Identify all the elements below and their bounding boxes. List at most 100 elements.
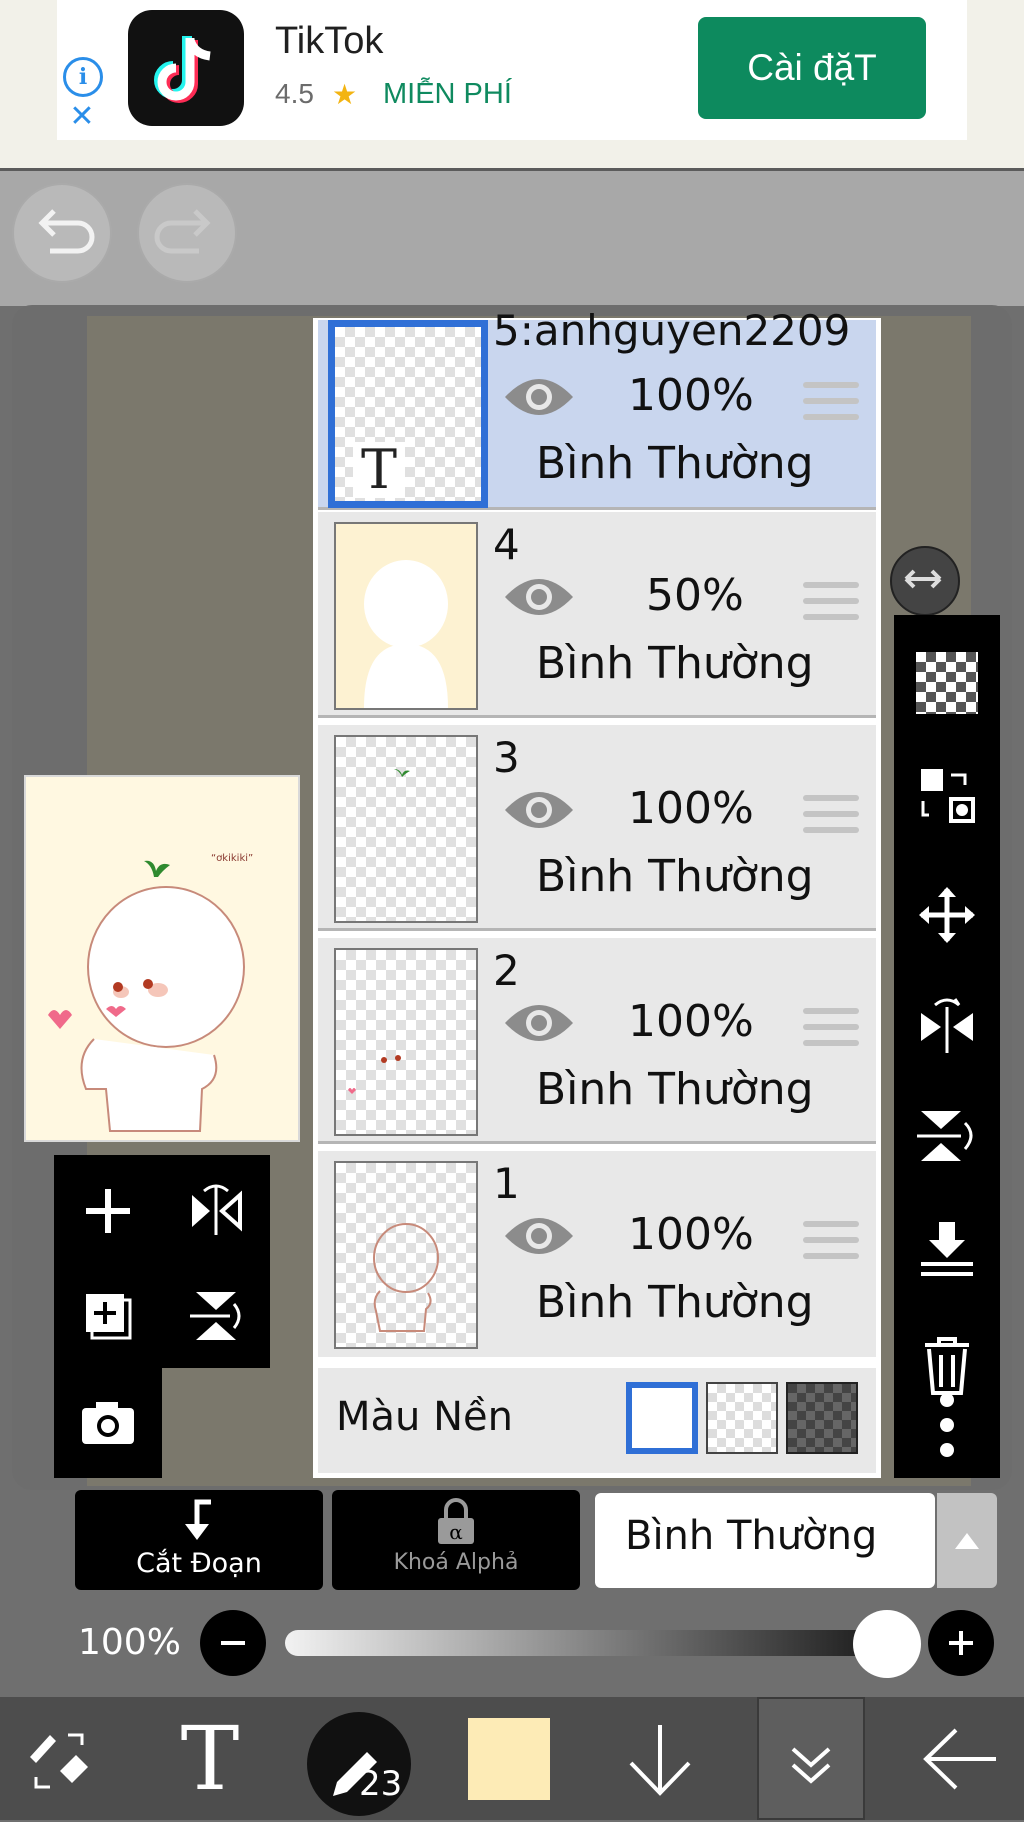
brush-size-button[interactable]: 23 xyxy=(307,1712,411,1816)
ad-price: MIỄN PHÍ xyxy=(383,78,512,110)
character-illustration: “ơkikiki” xyxy=(48,853,253,1132)
duplicate-layer-button[interactable] xyxy=(70,1278,146,1354)
layer-name: 5:anhguyen2209 xyxy=(493,306,851,355)
layer-row[interactable]: 2 100% Bình Thường xyxy=(318,938,876,1144)
collapse-panel-button[interactable] xyxy=(757,1697,865,1820)
text-tool-button[interactable]: T xyxy=(160,1697,260,1820)
flip-horizontal-button[interactable] xyxy=(894,975,1000,1075)
layer-opacity: 50% xyxy=(646,570,744,621)
blend-mode-dropdown-button[interactable] xyxy=(937,1493,997,1588)
layer-name: 3 xyxy=(493,733,520,782)
close-icon[interactable]: ✕ xyxy=(62,97,102,137)
opacity-slider-knob[interactable] xyxy=(853,1610,921,1678)
minus-icon xyxy=(221,1641,245,1645)
watermark-text: “ơkikiki” xyxy=(211,853,253,864)
flip-layer-vertical-button[interactable] xyxy=(178,1278,254,1354)
layer-blend-mode: Bình Thường xyxy=(536,1277,814,1328)
ad-rating: 4.5 xyxy=(275,78,314,109)
flip-horizontal-icon xyxy=(921,998,973,1053)
resize-handle-icon[interactable] xyxy=(890,546,960,616)
layer-blend-mode: Bình Thường xyxy=(536,1064,814,1115)
plus-icon xyxy=(949,1631,973,1655)
tiktok-logo-icon[interactable] xyxy=(128,10,244,126)
alpha-lock-button[interactable]: α Khoá Alphả xyxy=(332,1490,580,1590)
layer-name: 1 xyxy=(493,1159,520,1208)
redo-button[interactable] xyxy=(137,183,237,283)
drag-handle-icon[interactable] xyxy=(803,1008,859,1050)
star-icon: ★ xyxy=(332,78,358,111)
clipping-label: Cắt Đoạn xyxy=(136,1548,262,1579)
more-vertical-icon xyxy=(940,1393,954,1457)
arrow-down-icon xyxy=(629,1724,691,1796)
eye-icon[interactable] xyxy=(503,372,575,422)
flip-vertical-icon xyxy=(190,1292,241,1340)
background-white-swatch[interactable] xyxy=(626,1382,698,1454)
eye-icon[interactable] xyxy=(503,785,575,835)
flip-horizontal-icon xyxy=(192,1184,242,1235)
add-layer-button[interactable] xyxy=(70,1173,146,1249)
swap-icon xyxy=(921,769,975,823)
blend-mode-select[interactable]: Bình Thường xyxy=(595,1493,935,1588)
arrow-left-icon xyxy=(923,1728,996,1789)
layer-opacity: 100% xyxy=(628,1209,754,1260)
flip-vertical-icon xyxy=(917,1111,973,1161)
layer-row[interactable]: T 5:anhguyen2209 100% Bình Thường xyxy=(318,306,876,510)
opacity-label: 100% xyxy=(78,1622,181,1663)
layer-thumbnail xyxy=(334,1161,478,1349)
opacity-slider[interactable] xyxy=(285,1630,885,1656)
clip-arrow-icon xyxy=(185,1499,211,1540)
camera-icon xyxy=(82,1402,134,1444)
color-swatch-button[interactable] xyxy=(468,1718,550,1800)
opacity-increase-button[interactable] xyxy=(928,1610,994,1676)
layer-row[interactable]: 1 100% Bình Thường xyxy=(318,1151,876,1357)
ad-app-name: TikTok xyxy=(275,20,384,62)
drag-handle-icon[interactable] xyxy=(803,1221,859,1263)
blend-mode-value: Bình Thường xyxy=(625,1513,878,1559)
drag-handle-icon[interactable] xyxy=(803,795,859,837)
eye-icon[interactable] xyxy=(503,572,575,622)
transparency-button[interactable] xyxy=(894,633,1000,733)
canvas-preview[interactable]: “ơkikiki” xyxy=(24,775,300,1142)
layer-down-button[interactable] xyxy=(610,1697,710,1820)
clipping-button[interactable]: Cắt Đoạn xyxy=(75,1490,323,1590)
layer-thumbnail xyxy=(334,735,478,923)
tool-switch-button[interactable] xyxy=(10,1697,110,1820)
back-button[interactable] xyxy=(910,1697,1010,1820)
layer-blend-mode: Bình Thường xyxy=(536,638,814,689)
drag-handle-icon[interactable] xyxy=(803,382,859,424)
swap-layer-button[interactable] xyxy=(894,745,1000,845)
layer-blend-mode: Bình Thường xyxy=(536,851,814,902)
layer-row[interactable]: 3 100% Bình Thường xyxy=(318,725,876,931)
opacity-decrease-button[interactable] xyxy=(200,1610,266,1676)
layer-row[interactable]: 4 50% Bình Thường xyxy=(318,512,876,718)
more-options-button[interactable] xyxy=(894,1375,1000,1475)
camera-button[interactable] xyxy=(70,1384,146,1460)
right-toolbar xyxy=(894,615,1000,1478)
text-layer-icon: T xyxy=(353,442,405,498)
background-color-row: Màu Nền xyxy=(318,1368,876,1473)
undo-button[interactable] xyxy=(12,183,112,283)
layer-thumbnail xyxy=(334,522,478,710)
drag-handle-icon[interactable] xyxy=(803,582,859,624)
eye-icon[interactable] xyxy=(503,998,575,1048)
layer-opacity: 100% xyxy=(628,783,754,834)
layer-thumbnail xyxy=(334,948,478,1136)
info-icon[interactable]: i xyxy=(63,57,103,97)
checkerboard-icon xyxy=(916,652,978,714)
undo-icon xyxy=(38,209,95,254)
move-button[interactable] xyxy=(894,865,1000,965)
brush-size-value: 23 xyxy=(359,1764,403,1804)
flip-vertical-button[interactable] xyxy=(894,1085,1000,1185)
move-icon xyxy=(919,887,975,943)
layer-thumbnail: T xyxy=(328,320,488,508)
background-transparent-swatch[interactable] xyxy=(706,1382,778,1454)
flip-layer-horizontal-button[interactable] xyxy=(178,1173,254,1249)
lock-icon: α xyxy=(438,1498,474,1544)
merge-down-button[interactable] xyxy=(894,1200,1000,1300)
brush-eraser-icon xyxy=(30,1733,88,1788)
eye-icon[interactable] xyxy=(503,1211,575,1261)
background-dark-swatch[interactable] xyxy=(786,1382,858,1454)
install-button[interactable]: Cài đặT xyxy=(698,17,926,119)
double-chevron-down-icon xyxy=(791,1747,831,1784)
merge-down-icon xyxy=(921,1222,973,1276)
